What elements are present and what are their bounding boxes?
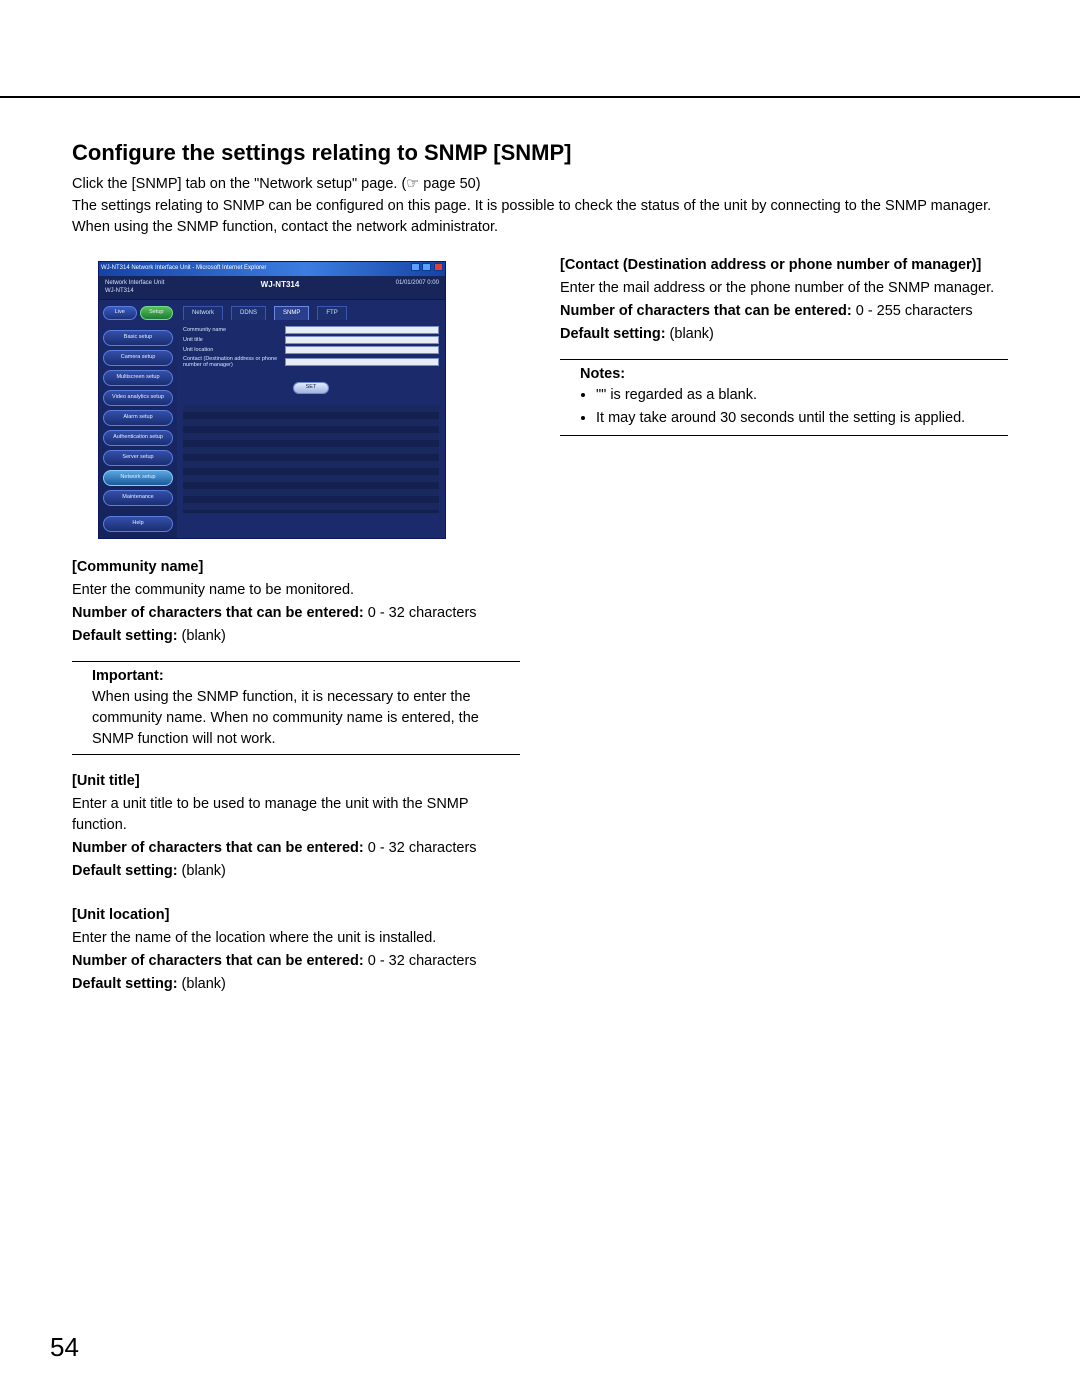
community-chars-label: Number of characters that can be entered…: [72, 605, 364, 621]
contact-input[interactable]: [285, 358, 439, 366]
unit-location-desc: Enter the name of the location where the…: [72, 928, 520, 949]
tab-ddns[interactable]: DDNS: [231, 306, 266, 320]
intro-line-1: Click the [SNMP] tab on the "Network set…: [72, 174, 1008, 194]
unit-title-title: [Unit title]: [72, 773, 140, 789]
nav-alarm-setup[interactable]: Alarm setup: [103, 410, 173, 426]
notes-title: Notes:: [560, 364, 1008, 385]
close-icon[interactable]: [434, 263, 443, 271]
field-label-unit-title: Unit title: [183, 337, 279, 343]
nav-basic-setup[interactable]: Basic setup: [103, 330, 173, 346]
unit-location-input[interactable]: [285, 346, 439, 354]
contact-desc: Enter the mail address or the phone numb…: [560, 278, 1008, 299]
contact-chars-value: 0 - 255 characters: [852, 303, 973, 319]
contact-default-label: Default setting:: [560, 326, 666, 342]
nav-camera-setup[interactable]: Camera setup: [103, 350, 173, 366]
maximize-icon[interactable]: [422, 263, 431, 271]
unit-location-chars-value: 0 - 32 characters: [364, 953, 477, 969]
community-title: [Community name]: [72, 559, 203, 575]
community-input[interactable]: [285, 326, 439, 334]
field-label-contact: Contact (Destination address or phone nu…: [183, 356, 279, 368]
nav-video-analytics-setup[interactable]: Video analytics setup: [103, 390, 173, 406]
unit-title-input[interactable]: [285, 336, 439, 344]
contact-chars-label: Number of characters that can be entered…: [560, 303, 852, 319]
contact-title: [Contact (Destination address or phone n…: [560, 257, 981, 273]
field-label-community: Community name: [183, 327, 279, 333]
tab-ftp[interactable]: FTP: [317, 306, 346, 320]
important-title: Important:: [72, 666, 520, 687]
community-desc: Enter the community name to be monitored…: [72, 580, 520, 601]
nav-help[interactable]: Help: [103, 516, 173, 532]
unit-title-default-label: Default setting:: [72, 863, 178, 879]
window-title: WJ-NT314 Network Interface Unit - Micros…: [101, 264, 266, 273]
unit-title-default-value: (blank): [178, 863, 226, 879]
tab-snmp[interactable]: SNMP: [274, 306, 309, 320]
community-default-value: (blank): [178, 628, 226, 644]
unit-location-default-label: Default setting:: [72, 976, 178, 992]
nav-authentication-setup[interactable]: Authentication setup: [103, 430, 173, 446]
content-stripes: [183, 405, 439, 513]
unit-title-desc: Enter a unit title to be used to manage …: [72, 794, 520, 836]
page-heading: Configure the settings relating to SNMP …: [72, 140, 1008, 166]
nav-server-setup[interactable]: Server setup: [103, 450, 173, 466]
community-chars-value: 0 - 32 characters: [364, 605, 477, 621]
unit-title-chars-label: Number of characters that can be entered…: [72, 840, 364, 856]
nav-maintenance[interactable]: Maintenance: [103, 490, 173, 506]
field-label-unit-location: Unit location: [183, 347, 279, 353]
minimize-icon[interactable]: [411, 263, 420, 271]
set-button[interactable]: SET: [293, 382, 330, 394]
contact-default-value: (blank): [666, 326, 714, 342]
nav-network-setup[interactable]: Network setup: [103, 470, 173, 486]
unit-location-default-value: (blank): [178, 976, 226, 992]
tab-network[interactable]: Network: [183, 306, 223, 320]
header-small-text: Network Interface Unit WJ-NT314: [105, 279, 164, 296]
community-default-label: Default setting:: [72, 628, 178, 644]
unit-title-chars-value: 0 - 32 characters: [364, 840, 477, 856]
setup-button[interactable]: Setup: [140, 306, 174, 320]
notes-item-2: It may take around 30 seconds until the …: [596, 408, 1008, 429]
page-number: 54: [50, 1332, 79, 1363]
intro-line-2: The settings relating to SNMP can be con…: [72, 196, 1008, 237]
header-title: WJ-NT314: [261, 279, 300, 296]
unit-location-title: [Unit location]: [72, 907, 169, 923]
live-button[interactable]: Live: [103, 306, 137, 320]
unit-location-chars-label: Number of characters that can be entered…: [72, 953, 364, 969]
header-date: 01/01/2007 0:00: [396, 279, 439, 296]
nav-multiscreen-setup[interactable]: Multiscreen setup: [103, 370, 173, 386]
screenshot-window: WJ-NT314 Network Interface Unit - Micros…: [98, 261, 446, 539]
window-controls: [410, 263, 443, 275]
notes-item-1: "" is regarded as a blank.: [596, 385, 1008, 406]
important-body: When using the SNMP function, it is nece…: [72, 687, 520, 750]
